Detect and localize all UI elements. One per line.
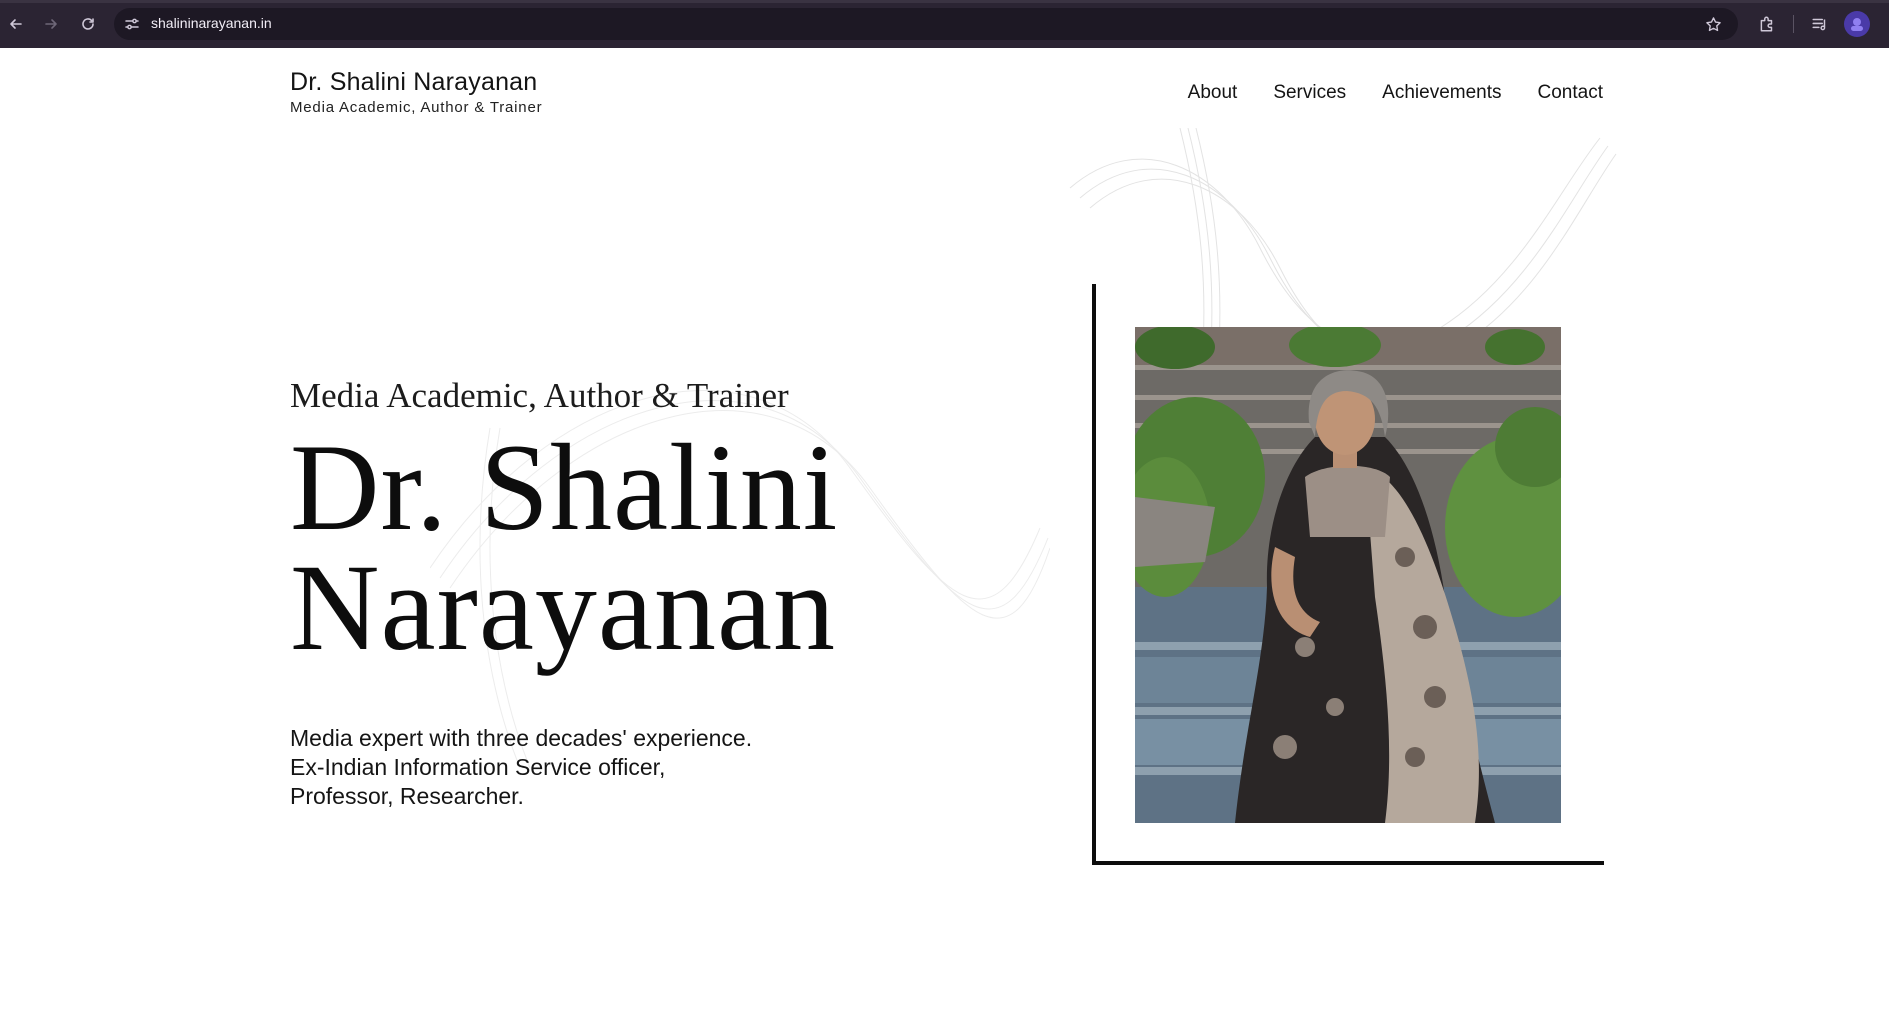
- portrait-image: [1135, 327, 1561, 823]
- reload-button[interactable]: [76, 12, 100, 36]
- site-brand[interactable]: Dr. Shalini Narayanan Media Academic, Au…: [290, 68, 542, 116]
- nav-link-achievements[interactable]: Achievements: [1382, 82, 1501, 104]
- nav-link-services[interactable]: Services: [1273, 82, 1346, 104]
- bookmark-star-icon[interactable]: [1702, 13, 1724, 35]
- hero-description-line: Ex-Indian Information Service officer,: [290, 754, 666, 780]
- toolbar-divider: [1793, 15, 1794, 33]
- hero-eyebrow: Media Academic, Author & Trainer: [290, 376, 789, 415]
- page: Dr. Shalini Narayanan Media Academic, Au…: [0, 48, 1889, 1035]
- url-text[interactable]: shalininarayanan.in: [151, 15, 272, 31]
- main-nav: About Services Achievements Contact: [1188, 82, 1603, 104]
- arrow-left-icon: [10, 19, 22, 29]
- extensions-icon[interactable]: [1755, 12, 1779, 36]
- hero-description: Media expert with three decades' experie…: [290, 724, 752, 811]
- hero-description-line: Professor, Researcher.: [290, 783, 524, 809]
- hero-title: Dr. Shalini Narayanan: [290, 419, 839, 676]
- hero-description-line: Media expert with three decades' experie…: [290, 725, 753, 751]
- portrait-photo: [1135, 327, 1561, 823]
- reading-list-icon[interactable]: [1808, 12, 1832, 36]
- hero-title-line-2: Narayanan: [290, 539, 836, 676]
- frame-border-bottom: [1092, 861, 1604, 865]
- hero-title-line-1: Dr. Shalini: [290, 419, 839, 556]
- brand-name[interactable]: Dr. Shalini Narayanan: [290, 68, 542, 97]
- back-button[interactable]: [4, 12, 28, 36]
- reload-icon: [82, 18, 94, 30]
- forward-button[interactable]: [39, 12, 63, 36]
- tab-strip-edge: [0, 0, 1889, 3]
- profile-avatar[interactable]: [1844, 11, 1870, 37]
- arrow-right-icon: [45, 19, 57, 29]
- brand-tagline: Media Academic, Author & Trainer: [290, 99, 543, 116]
- profile-icon: [1851, 18, 1863, 31]
- site-info-icon[interactable]: [122, 14, 142, 34]
- browser-toolbar: shalininarayanan.in: [0, 0, 1889, 48]
- address-bar[interactable]: shalininarayanan.in: [114, 8, 1738, 40]
- frame-border-left: [1092, 284, 1096, 865]
- nav-link-about[interactable]: About: [1188, 82, 1238, 104]
- nav-link-contact[interactable]: Contact: [1538, 82, 1603, 104]
